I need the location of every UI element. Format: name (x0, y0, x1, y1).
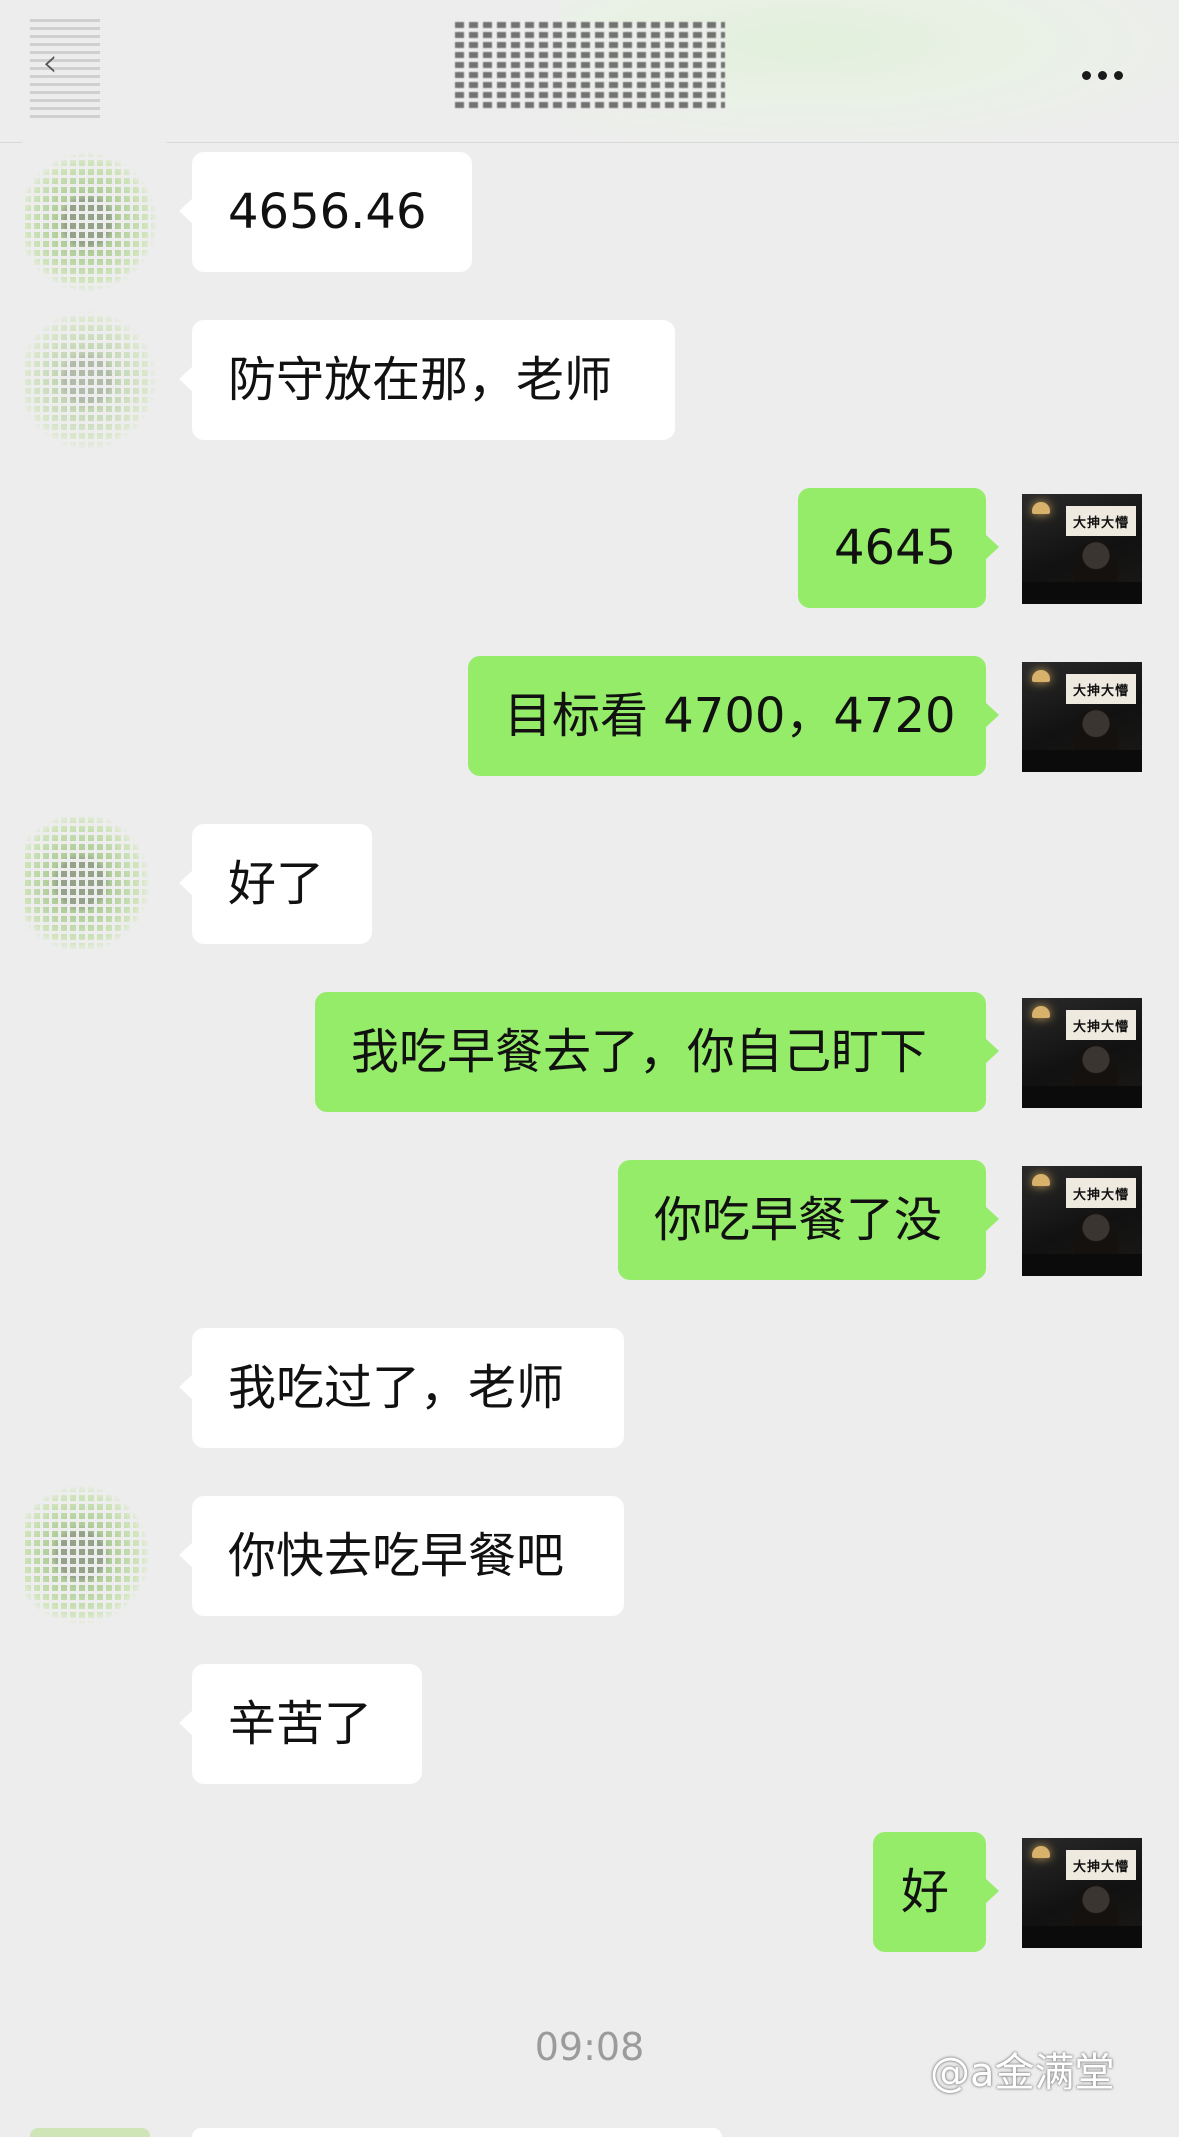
more-dots-icon[interactable] (1072, 55, 1132, 95)
avatar-sign: 大抻大懵 (1066, 1178, 1136, 1208)
outgoing-message: 我吃早餐去了，你自己盯下 (315, 992, 999, 1112)
outgoing-message: 4645 (798, 488, 999, 608)
contact-avatar[interactable] (22, 300, 167, 460)
incoming-message: 4656.46 (179, 152, 472, 272)
contact-avatar[interactable] (22, 1300, 152, 1810)
incoming-message-partial (192, 2128, 722, 2137)
desk-shape (1022, 1254, 1142, 1276)
contact-avatar-partial[interactable] (30, 2128, 150, 2137)
incoming-message: 辛苦了 (179, 1664, 422, 1784)
avatar-sign: 大抻大懵 (1066, 674, 1136, 704)
user-avatar[interactable]: 大抻大懵 (1022, 998, 1142, 1108)
outgoing-message: 你吃早餐了没 (618, 1160, 999, 1280)
user-avatar[interactable]: 大抻大懵 (1022, 1838, 1142, 1948)
avatar-sign: 大抻大懵 (1066, 1850, 1136, 1880)
lamp-icon (1032, 502, 1050, 514)
incoming-message: 好了 (179, 824, 372, 944)
lamp-icon (1032, 1006, 1050, 1018)
desk-shape (1022, 1926, 1142, 1948)
contact-avatar[interactable] (22, 795, 152, 970)
chevron-left-icon[interactable]: ‹ (42, 40, 58, 86)
lamp-icon (1032, 670, 1050, 682)
user-avatar[interactable]: 大抻大懵 (1022, 1166, 1142, 1276)
back-button[interactable] (30, 18, 100, 118)
outgoing-message: 好 (873, 1832, 999, 1952)
lamp-icon (1032, 1174, 1050, 1186)
avatar-sign: 大抻大懵 (1066, 506, 1136, 536)
incoming-message: 防守放在那，老师 (179, 320, 675, 440)
lamp-icon (1032, 1846, 1050, 1858)
incoming-message: 我吃过了，老师 (179, 1328, 624, 1448)
contact-avatar[interactable] (22, 122, 167, 322)
user-avatar[interactable]: 大抻大懵 (1022, 662, 1142, 772)
desk-shape (1022, 1086, 1142, 1108)
user-avatar[interactable]: 大抻大懵 (1022, 494, 1142, 604)
watermark: @a金满堂 (930, 2050, 1115, 2096)
avatar-sign: 大抻大懵 (1066, 1010, 1136, 1040)
desk-shape (1022, 582, 1142, 604)
outgoing-message: 目标看 4700，4720 (468, 656, 999, 776)
desk-shape (1022, 750, 1142, 772)
incoming-message: 你快去吃早餐吧 (179, 1496, 624, 1616)
chat-title-mosaic (455, 22, 725, 112)
chat-header: ‹ (0, 0, 1179, 143)
